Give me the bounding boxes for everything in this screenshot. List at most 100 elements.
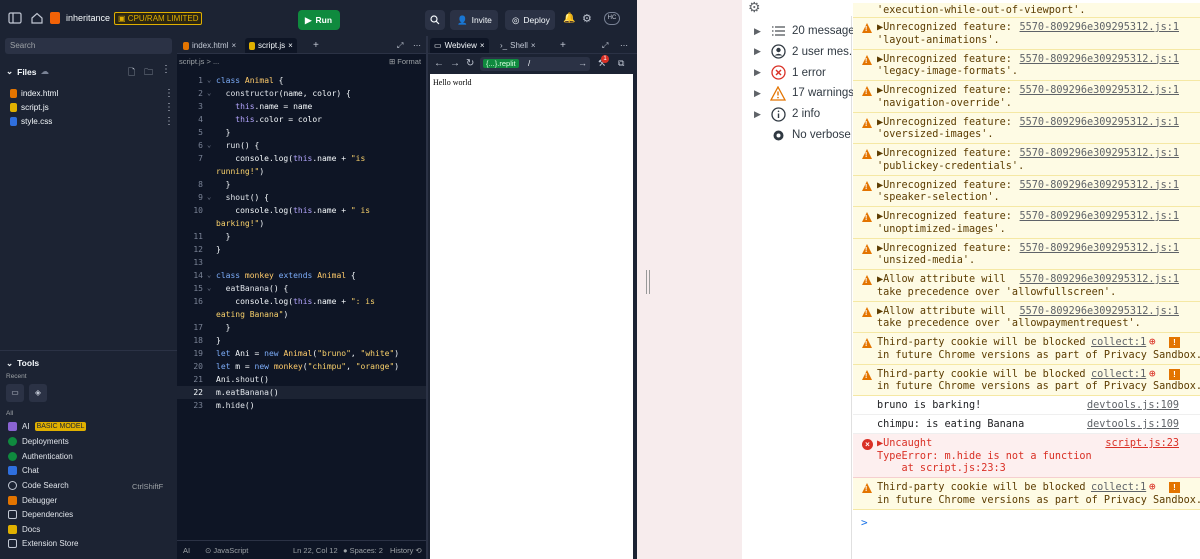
source-link[interactable]: devtools.js:109	[1087, 419, 1179, 432]
console-warning-message[interactable]: ▶Unrecognized feature: 'layout-animation…	[853, 18, 1200, 50]
console-warning-message[interactable]: ▶Unrecognized feature: 'oversized-images…	[853, 112, 1200, 144]
fold-chevron-icon[interactable]: ⌄	[207, 191, 211, 204]
open-new-window-icon[interactable]: ⧉	[618, 58, 624, 69]
source-link[interactable]: 5570-809296e309295312.js:1	[1020, 148, 1179, 161]
code-line[interactable]: 20 let m = new monkey("chimpu", "orange")	[177, 360, 426, 373]
console-warning-message[interactable]: ▶Allow attribute will take precedence ov…	[853, 270, 1200, 302]
format-button[interactable]: ⊞ Format	[389, 57, 421, 66]
back-icon[interactable]: ←	[434, 58, 444, 69]
code-line[interactable]: eating Banana")	[177, 308, 426, 321]
cursor-position[interactable]: Ln 22, Col 12	[293, 546, 338, 555]
console-filter-warning[interactable]: ▶ 17 warnings	[754, 85, 854, 101]
fold-chevron-icon[interactable]: ⌄	[207, 74, 211, 87]
code-line[interactable]: 21 Ani.shout()	[177, 373, 426, 386]
code-line[interactable]: 22 m.eatBanana()	[177, 386, 426, 399]
new-folder-icon[interactable]: 🗀	[144, 65, 153, 81]
home-icon[interactable]	[30, 11, 44, 25]
history-button[interactable]: History ⟲	[390, 546, 422, 555]
tool-docs[interactable]: Docs	[8, 525, 40, 534]
console-warning-message[interactable]: ▶Unrecognized feature: 'unsized-media'. 5…	[853, 238, 1200, 270]
expand-icon[interactable]: ⤢	[598, 38, 612, 53]
bell-icon[interactable]: 🔔	[563, 13, 575, 24]
tool-code-search[interactable]: Code Search	[8, 481, 69, 490]
code-line[interactable]: barking!")	[177, 217, 426, 230]
expand-arrow-icon[interactable]: ▶	[754, 46, 764, 57]
console-filter-error[interactable]: ▶ 1 error	[754, 65, 826, 81]
reload-icon[interactable]: ↻	[466, 58, 474, 69]
console-warning-message[interactable]: Third-party cookie will be blocked in fu…	[853, 333, 1200, 365]
code-line[interactable]: 4 this.color = color	[177, 113, 426, 126]
tab-index-html[interactable]: index.html ×	[179, 38, 240, 53]
go-icon[interactable]: →	[578, 58, 587, 68]
breadcrumb[interactable]: script.js > ...	[179, 57, 219, 66]
avatar[interactable]: HC	[604, 12, 620, 25]
source-link[interactable]: 5570-809296e309295312.js:1	[1020, 85, 1179, 98]
code-line[interactable]: 8 }	[177, 178, 426, 191]
run-button[interactable]: ▶ Run	[298, 10, 340, 30]
more-icon[interactable]: ⋮	[161, 64, 171, 75]
file-item-style-css[interactable]: style.css	[10, 117, 52, 126]
console-filter-verbose[interactable]: No verbose	[754, 127, 851, 143]
fold-chevron-icon[interactable]: ⌄	[207, 139, 211, 152]
code-line[interactable]: 16 console.log(this.name + ": is	[177, 295, 426, 308]
recent-tool-deploy[interactable]: ◈	[29, 384, 47, 402]
url-bar[interactable]: {...}.replit / →	[480, 57, 590, 71]
forward-icon[interactable]: →	[450, 58, 460, 69]
console-prompt[interactable]: >	[861, 516, 868, 529]
code-line[interactable]: 15 ⌄ eatBanana() {	[177, 282, 426, 295]
expand-arrow-icon[interactable]: ▶	[754, 26, 764, 37]
tools-header[interactable]: ⌄ Tools	[6, 358, 39, 369]
source-link[interactable]: 5570-809296e309295312.js:1	[1020, 274, 1179, 287]
recent-tool-webview[interactable]: ▭	[6, 384, 24, 402]
source-link[interactable]: 5570-809296e309295312.js:1	[1020, 22, 1179, 35]
tab-webview[interactable]: ▭ Webview ×	[430, 38, 489, 53]
code-line[interactable]: 14 ⌄ class monkey extends Animal {	[177, 269, 426, 282]
plan-badge[interactable]: ▣ CPU/RAM LIMITED	[114, 12, 203, 25]
console-warning-message[interactable]: ▶Unrecognized feature: 'unoptimized-imag…	[853, 207, 1200, 239]
console-log-message[interactable]: bruno is barking! devtools.js:109	[853, 396, 1200, 415]
file-more-icon[interactable]: ⋮	[164, 89, 174, 99]
deploy-button[interactable]: ◎ Deploy	[505, 10, 555, 30]
close-icon[interactable]: ×	[288, 41, 293, 50]
code-line[interactable]: 9 ⌄ shout() {	[177, 191, 426, 204]
code-line[interactable]: 18}	[177, 334, 426, 347]
source-link[interactable]: collect:1	[1091, 369, 1146, 382]
repl-name[interactable]: inheritance	[66, 13, 110, 23]
close-icon[interactable]: ×	[231, 41, 236, 50]
window-resize-handle[interactable]	[646, 270, 650, 294]
tool-authentication[interactable]: Authentication	[8, 452, 73, 461]
source-link[interactable]: collect:1	[1091, 482, 1146, 495]
code-line[interactable]: 2 ⌄ constructor(name, color) {	[177, 87, 426, 100]
code-line[interactable]: 3 this.name = name	[177, 100, 426, 113]
indent-setting[interactable]: ● Spaces: 2	[343, 546, 383, 555]
tool-ai[interactable]: AI BASIC MODEL	[8, 422, 87, 431]
code-line[interactable]: 23 m.hide()	[177, 399, 426, 412]
code-line[interactable]: 13	[177, 256, 426, 269]
status-ai[interactable]: AI	[183, 546, 190, 555]
expand-arrow-icon[interactable]: ▶	[754, 67, 764, 78]
search-button[interactable]	[425, 10, 445, 30]
console-warning-message[interactable]: ▶Allow attribute will take precedence ov…	[853, 301, 1200, 333]
issue-icon[interactable]: !	[1169, 482, 1180, 493]
close-icon[interactable]: ×	[480, 41, 485, 50]
new-file-icon[interactable]: 🗋	[128, 65, 135, 81]
expand-icon[interactable]: ⤢	[393, 38, 407, 53]
source-link[interactable]: 5570-809296e309295312.js:1	[1020, 180, 1179, 193]
new-tab-button[interactable]: +	[556, 38, 570, 53]
tool-dependencies[interactable]: Dependencies	[8, 510, 73, 519]
files-header[interactable]: ⌄ Files ☁	[6, 66, 49, 77]
gear-icon[interactable]: ⚙	[748, 0, 761, 16]
tool-extension-store[interactable]: Extension Store	[8, 539, 78, 548]
code-line[interactable]: 1 ⌄ class Animal {	[177, 74, 426, 87]
file-item-script-js[interactable]: script.js	[10, 103, 49, 112]
source-link[interactable]: 5570-809296e309295312.js:1	[1020, 243, 1179, 256]
console-error-message[interactable]: × ▶Uncaught TypeError: m.hide is not a fu…	[853, 434, 1200, 478]
search-input[interactable]: Search	[5, 38, 172, 54]
close-icon[interactable]: ×	[531, 41, 536, 50]
console-warning-message[interactable]: ▶Unrecognized feature: 'speaker-selectio…	[853, 175, 1200, 207]
source-link[interactable]: devtools.js:109	[1087, 400, 1179, 413]
console-warning-message[interactable]: ▶Unrecognized feature: 'navigation-overr…	[853, 81, 1200, 113]
code-line[interactable]: running!")	[177, 165, 426, 178]
console-warning-message[interactable]: Third-party cookie will be blocked in fu…	[853, 478, 1200, 510]
console-filter-user[interactable]: ▶ 2 user mes...	[754, 44, 858, 60]
